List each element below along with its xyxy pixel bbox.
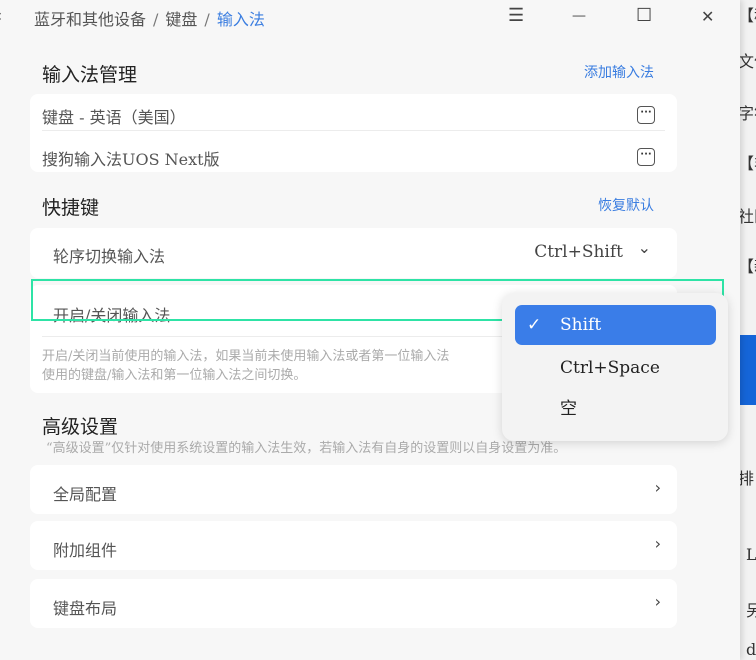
close-icon[interactable]: ✕ — [701, 7, 714, 26]
shortcut-note: 开启/关闭当前使用的输入法，如果当前未使用输入法或者第一位输入法 使用的键盘/输… — [42, 347, 449, 385]
bg-text: d — [746, 640, 756, 659]
chevron-right-icon: › — [654, 592, 661, 611]
bg-blue-block — [740, 335, 756, 405]
bg-text: 另 — [746, 601, 756, 620]
option-label: 空 — [560, 399, 577, 419]
bg-text: 【移 — [740, 2, 756, 26]
menu-option-none[interactable]: 空 — [515, 389, 716, 429]
bg-text: 排 — [740, 469, 755, 488]
breadcrumb-item[interactable]: 键盘 — [165, 10, 197, 29]
bg-text: 【非 — [740, 150, 756, 174]
chevron-right-icon: › — [654, 534, 661, 553]
bg-text: 文件 — [740, 52, 756, 71]
background-window: 【移 文件 字符 【非 社区 【新 排 L 另 d — [740, 0, 756, 660]
add-ime-link[interactable]: 添加输入法 — [584, 62, 654, 82]
breadcrumb-current: 输入法 — [216, 10, 265, 29]
shortcuts-title: 快捷键 — [42, 197, 100, 219]
ime-management-title: 输入法管理 — [42, 64, 138, 86]
option-label: Shift — [560, 315, 602, 335]
ime-item: 键盘 - 英语（美国） — [42, 108, 186, 127]
menu-option-shift[interactable]: ✓ Shift — [515, 305, 716, 345]
chevron-down-icon[interactable]: ⌄ — [638, 238, 651, 257]
shortcut-row-cycle[interactable]: 轮序切换输入法 Ctrl+Shift ⌄ — [30, 228, 677, 278]
item-label: 附加组件 — [53, 541, 118, 560]
breadcrumb-separator: / — [204, 10, 210, 29]
advanced-title: 高级设置 — [42, 416, 119, 438]
reset-default-link[interactable]: 恢复默认 — [598, 195, 654, 215]
maximize-icon[interactable]: ☐ — [636, 5, 652, 26]
breadcrumb-item[interactable]: 蓝牙和其他设备 — [34, 10, 146, 29]
item-label: 键盘布局 — [53, 599, 118, 618]
advanced-item-layout[interactable]: 键盘布局 › — [30, 579, 677, 628]
ime-list: 键盘 - 英语（美国） ··· 搜狗输入法UOS Next版 ··· — [30, 94, 677, 172]
more-icon[interactable]: ··· — [637, 106, 655, 124]
back-icon[interactable]: ‹ — [0, 6, 2, 25]
bg-text: 社区 — [740, 207, 756, 226]
minimize-icon[interactable]: — — [572, 8, 586, 24]
more-icon[interactable]: ··· — [637, 148, 655, 166]
check-icon: ✓ — [527, 315, 542, 335]
breadcrumb: 蓝牙和其他设备 / 键盘 / 输入法 — [34, 6, 265, 30]
menu-option-ctrl-space[interactable]: Ctrl+Space — [515, 348, 716, 388]
bg-text: 【新 — [740, 253, 756, 277]
advanced-item-addons[interactable]: 附加组件 › — [30, 521, 677, 570]
settings-window: ‹ 蓝牙和其他设备 / 键盘 / 输入法 ☰ — ☐ ✕ 输入法管理 添加输入法 键盘 … — [0, 0, 740, 660]
chevron-right-icon: › — [654, 478, 661, 497]
advanced-item-global[interactable]: 全局配置 › — [30, 465, 677, 514]
shortcut-value[interactable]: Ctrl+Shift — [534, 242, 623, 262]
breadcrumb-separator: / — [153, 10, 159, 29]
note-line: 使用的键盘/输入法和第一位输入法之间切换。 — [42, 368, 307, 383]
item-label: 全局配置 — [53, 485, 118, 504]
shortcut-dropdown-menu: ✓ Shift Ctrl+Space 空 — [502, 293, 728, 441]
bg-text: L — [746, 545, 756, 564]
bg-text: 字符 — [740, 104, 756, 123]
note-line: 开启/关闭当前使用的输入法，如果当前未使用输入法或者第一位输入法 — [42, 349, 450, 364]
divider — [42, 130, 665, 131]
option-label: Ctrl+Space — [560, 358, 660, 378]
ime-item: 搜狗输入法UOS Next版 — [42, 150, 220, 169]
menu-icon[interactable]: ☰ — [508, 5, 524, 26]
advanced-note: “高级设置”仅针对使用系统设置的输入法生效，若输入法有自身的设置则以自身设置为准… — [46, 441, 567, 456]
